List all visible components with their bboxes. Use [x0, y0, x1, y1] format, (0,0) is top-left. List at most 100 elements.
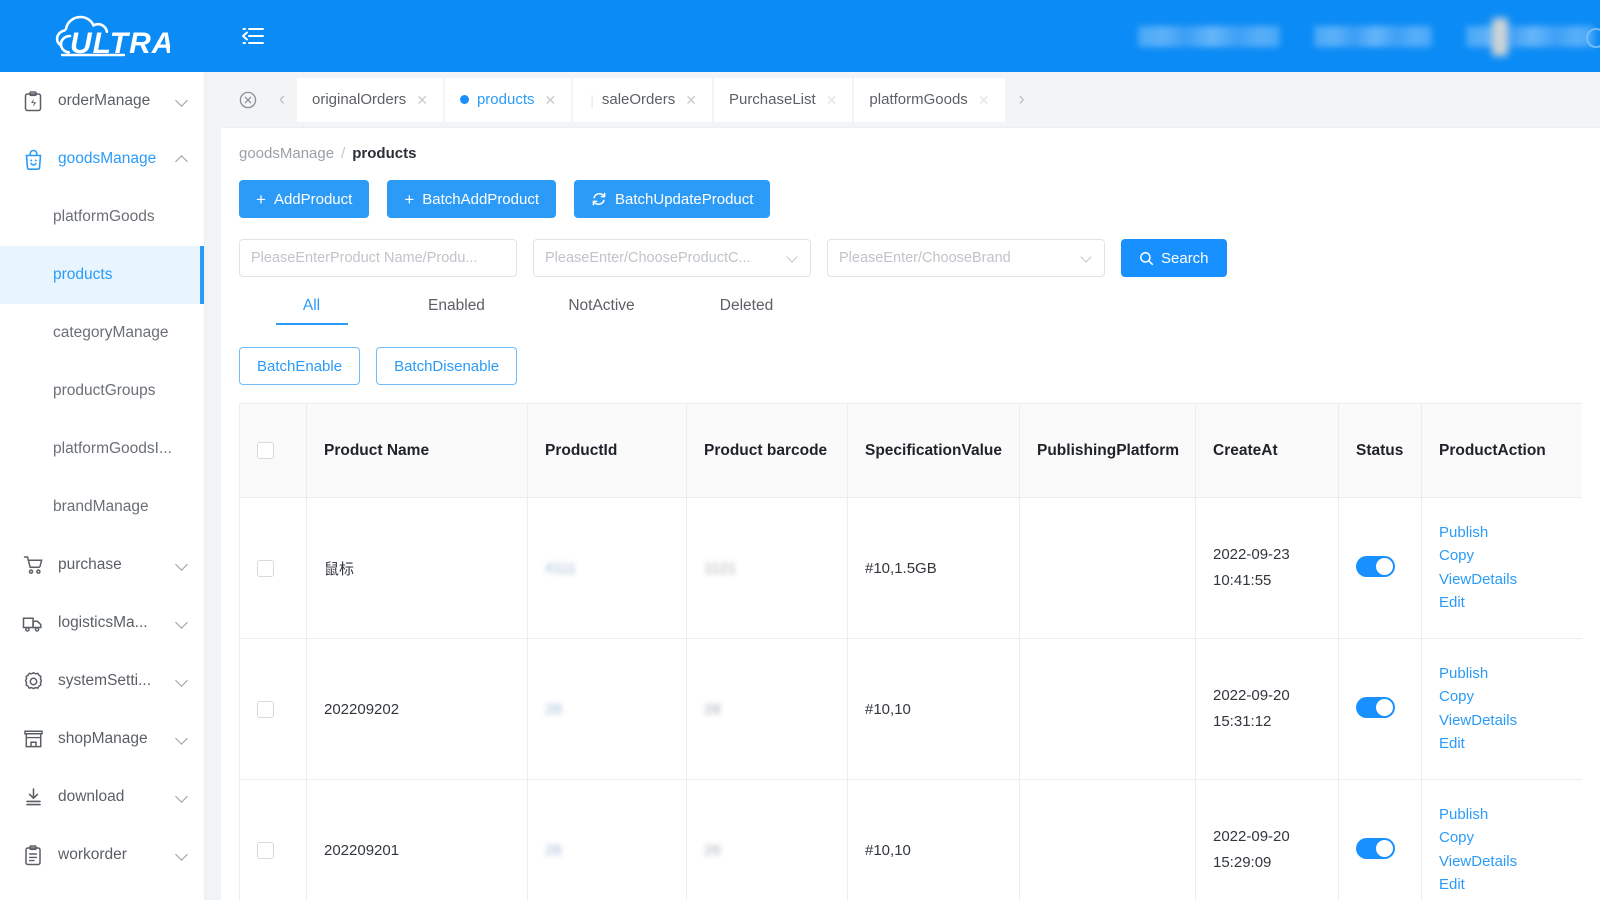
row-checkbox[interactable] — [257, 841, 274, 859]
sidebar-subitem-platformgoodsinfo[interactable]: platformGoodsI... — [0, 420, 204, 478]
cell-specification-value: #10,1.5GB — [847, 497, 1020, 639]
sidebar-item-shopmanage[interactable]: shopManage — [0, 710, 204, 768]
breadcrumb-parent[interactable]: goodsManage — [239, 145, 334, 162]
sidebar-item-purchase[interactable]: purchase — [0, 536, 204, 594]
tab-products[interactable]: products ✕ — [444, 77, 572, 122]
filter-row: PleaseEnter/ChooseProductC... PleaseEnte… — [239, 239, 1600, 277]
search-button[interactable]: Search — [1121, 239, 1227, 277]
column-header-product-id: ProductId — [527, 403, 687, 498]
chevron-left-icon[interactable]: ‹ — [267, 85, 297, 115]
sidebar-subitem-label: products — [53, 266, 113, 283]
tab-saleorders[interactable]: | saleOrders ✕ — [573, 77, 712, 122]
search-input[interactable] — [251, 250, 505, 266]
close-icon[interactable]: ✕ — [545, 93, 557, 107]
close-circle-icon[interactable] — [233, 85, 263, 115]
sidebar-subitem-brandmanage[interactable]: brandManage — [0, 478, 204, 536]
clipboard-icon — [22, 844, 44, 866]
sidebar-subitem-label: brandManage — [53, 498, 149, 515]
chevron-up-icon — [176, 153, 188, 165]
publish-link[interactable]: Publish — [1439, 524, 1565, 542]
table-row: 鼠标 4111 1121 #10,1.5GB 2022-09-23 10:41:… — [239, 497, 1582, 639]
sidebar-subitem-products[interactable]: products — [0, 246, 204, 304]
redacted-barcode: 26 — [704, 841, 721, 859]
column-header-publishing-platform: PublishingPlatform — [1019, 403, 1196, 498]
copy-link[interactable]: Copy — [1439, 688, 1565, 706]
sidebar-subitem-label: platformGoodsI... — [53, 440, 172, 457]
sidebar-subitem-categorymanage[interactable]: categoryManage — [0, 304, 204, 362]
close-icon[interactable]: ✕ — [978, 93, 990, 107]
status-tab-notactive[interactable]: NotActive — [529, 297, 674, 325]
create-date: 2022-09-23 — [1213, 545, 1290, 563]
cell-specification-value: #10,10 — [847, 638, 1020, 780]
tab-originalorders[interactable]: originalOrders ✕ — [297, 77, 443, 122]
cell-specification-value: #10,10 — [847, 779, 1020, 900]
brand-logo[interactable]: ULTRA — [0, 0, 210, 72]
sidebar-item-label: goodsManage — [58, 150, 157, 167]
status-tab-label: All — [302, 297, 321, 314]
close-icon[interactable]: ✕ — [416, 93, 428, 107]
column-header-status: Status — [1338, 403, 1422, 498]
cell-product-action: Publish Copy ViewDetails Edit — [1421, 497, 1582, 639]
sidebar-item-label: download — [58, 788, 125, 805]
edit-link[interactable]: Edit — [1439, 876, 1565, 894]
product-name-field[interactable] — [239, 239, 517, 277]
tab-label: originalOrders — [312, 91, 407, 108]
table-head: Product Name ProductId Product barcode S… — [239, 403, 1582, 498]
viewdetails-link[interactable]: ViewDetails — [1439, 571, 1565, 589]
plus-icon: + — [404, 189, 415, 209]
add-product-button[interactable]: + AddProduct — [239, 180, 370, 218]
sidebar-item-logisticsmanage[interactable]: logisticsMa... — [0, 594, 204, 652]
select-all-checkbox[interactable] — [257, 441, 274, 459]
cell-product-action: Publish Copy ViewDetails Edit — [1421, 638, 1582, 780]
copy-link[interactable]: Copy — [1439, 829, 1565, 847]
status-tab-enabled[interactable]: Enabled — [384, 297, 529, 325]
status-tab-label: Deleted — [719, 297, 774, 314]
tab-platformgoods[interactable]: platformGoods ✕ — [854, 77, 1005, 122]
status-tab-deleted[interactable]: Deleted — [674, 297, 819, 325]
batch-update-product-button[interactable]: BatchUpdateProduct — [574, 180, 771, 218]
status-tab-all[interactable]: All — [239, 297, 384, 325]
product-category-select[interactable]: PleaseEnter/ChooseProductC... — [533, 239, 811, 277]
batch-update-product-label: BatchUpdateProduct — [615, 190, 754, 208]
create-time: 15:31:12 — [1213, 713, 1272, 730]
redacted-barcode: 1121 — [704, 559, 737, 577]
edit-link[interactable]: Edit — [1439, 735, 1565, 753]
tab-purchaselist[interactable]: PurchaseList ✕ — [713, 77, 853, 122]
sidebar-item-goodsmanage[interactable]: goodsManage — [0, 130, 204, 188]
sidebar-subitem-productgroups[interactable]: productGroups — [0, 362, 204, 420]
close-icon[interactable]: ✕ — [685, 93, 697, 107]
menu-collapse-icon[interactable] — [236, 19, 270, 53]
blurred-account-item — [1138, 25, 1280, 47]
redacted-product-id: 28 — [545, 700, 562, 718]
row-checkbox[interactable] — [257, 559, 274, 577]
chevron-down-icon — [176, 559, 188, 571]
sidebar-item-ordermanage[interactable]: orderManage — [0, 72, 204, 130]
batch-add-product-button[interactable]: + BatchAddProduct — [387, 180, 557, 218]
breadcrumb: goodsManage / products — [239, 128, 1600, 178]
chevron-right-icon[interactable]: › — [1007, 85, 1037, 115]
viewdetails-link[interactable]: ViewDetails — [1439, 712, 1565, 730]
help-circle-icon[interactable] — [1586, 28, 1600, 48]
batch-enable-button[interactable]: BatchEnable — [239, 347, 361, 385]
edit-link[interactable]: Edit — [1439, 594, 1565, 612]
sidebar-item-download[interactable]: download — [0, 768, 204, 826]
products-table-wrapper: Product Name ProductId Product barcode S… — [239, 403, 1582, 900]
copy-link[interactable]: Copy — [1439, 547, 1565, 565]
sidebar-item-label: purchase — [58, 556, 122, 573]
viewdetails-link[interactable]: ViewDetails — [1439, 853, 1565, 871]
status-toggle[interactable] — [1356, 696, 1395, 718]
status-toggle[interactable] — [1356, 837, 1395, 859]
batch-disable-button[interactable]: BatchDisenable — [376, 347, 518, 385]
status-toggle[interactable] — [1356, 555, 1395, 577]
brand-select[interactable]: PleaseEnter/ChooseBrand — [827, 239, 1105, 277]
sidebar-subitem-platformgoods[interactable]: platformGoods — [0, 188, 204, 246]
plus-icon: + — [256, 189, 266, 209]
sidebar-item-systemsettings[interactable]: systemSetti... — [0, 652, 204, 710]
table-row: 202209202 28 28 #10,10 2022-09-20 15:31:… — [239, 638, 1582, 780]
row-checkbox[interactable] — [257, 700, 274, 718]
publish-link[interactable]: Publish — [1439, 806, 1565, 824]
row-select-cell — [239, 638, 307, 780]
close-icon[interactable]: ✕ — [826, 93, 838, 107]
publish-link[interactable]: Publish — [1439, 665, 1565, 683]
sidebar-item-workorder[interactable]: workorder — [0, 826, 204, 884]
